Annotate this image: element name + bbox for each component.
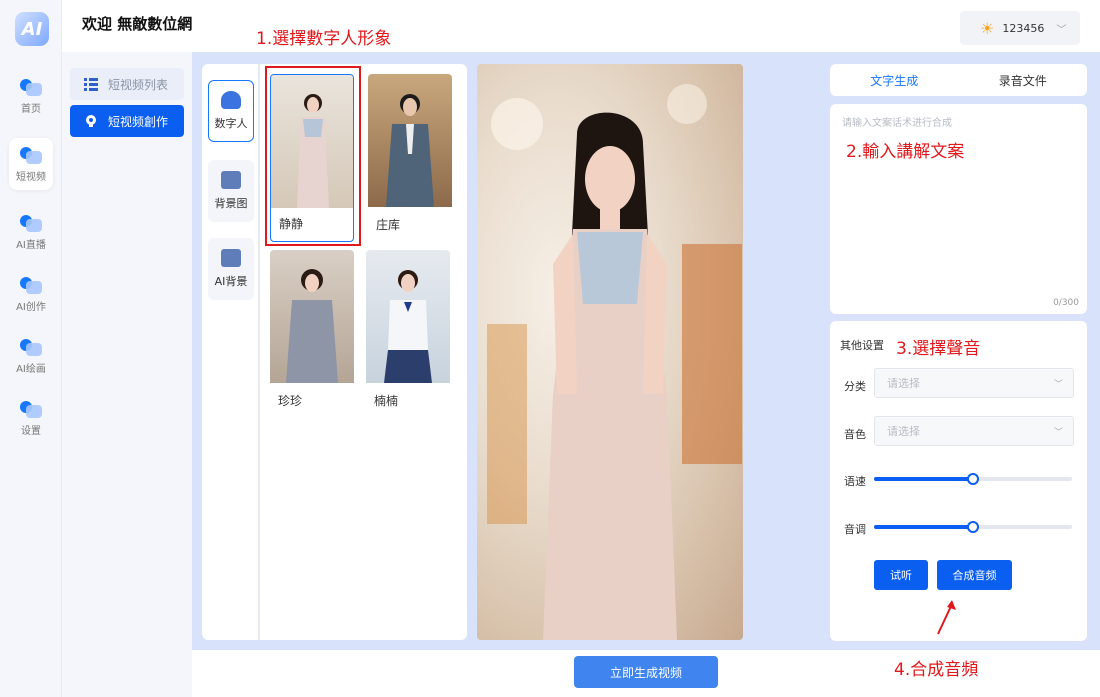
pitch-label: 音调 — [844, 523, 866, 536]
submenu-short-video-list[interactable]: 短视频列表 — [70, 68, 184, 100]
chevron-down-icon: ﹀ — [1053, 427, 1063, 438]
list-icon — [84, 77, 98, 91]
paint-icon — [20, 337, 42, 357]
voice-select-placeholder: 请选择 — [887, 425, 920, 438]
voice-label: 音色 — [844, 428, 866, 441]
avatar-photo-zhuangku — [368, 74, 452, 207]
user-menu[interactable]: ☀ 123456 ﹀ — [960, 11, 1080, 45]
rail-item-settings[interactable]: 设置 — [9, 392, 53, 444]
avatar-card-zhenzhen[interactable]: 珍珍 — [270, 250, 354, 418]
lightbulb-icon — [84, 114, 98, 128]
category-select-placeholder: 请选择 — [887, 377, 920, 390]
page-title: 欢迎 無敵數位網 — [82, 15, 193, 33]
top-header: 欢迎 無敵數位網 ☀ 123456 ﹀ — [62, 0, 1100, 52]
avatar-card-nannan[interactable]: 楠楠 — [366, 250, 450, 418]
rail-item-live[interactable]: AI直播 — [9, 206, 53, 258]
annotation-step2: 2.輸入講解文案 — [846, 142, 965, 162]
ai-background-icon — [221, 249, 241, 267]
sun-avatar-icon: ☀ — [980, 18, 995, 38]
rail-label-paint: AI绘画 — [16, 364, 46, 375]
rail-label-live: AI直播 — [16, 240, 46, 251]
chevron-down-icon: ﹀ — [1056, 24, 1067, 36]
category-label-digital-human: 数字人 — [214, 117, 248, 130]
create-icon — [20, 275, 42, 295]
presenter-figure — [487, 84, 742, 640]
rail-label-home: 首页 — [21, 104, 41, 115]
script-input[interactable]: 请输入文案话术进行合成 0/300 — [830, 104, 1087, 314]
character-counter: 0/300 — [1053, 298, 1079, 308]
annotation-highlight-box — [265, 66, 361, 246]
rail-label-create: AI创作 — [16, 302, 46, 313]
category-label-ai-background: AI背景 — [214, 275, 248, 288]
avatar-photo-nannan — [366, 250, 450, 383]
rail-label-short-video: 短视频 — [16, 172, 46, 183]
annotation-arrow — [937, 600, 956, 635]
category-select[interactable]: 请选择 ﹀ — [874, 368, 1074, 398]
left-rail: AI 首页 短视频 AI直播 AI创作 AI绘画 设置 — [0, 0, 62, 697]
category-background-image[interactable]: 背景图 — [208, 160, 254, 222]
rail-item-create[interactable]: AI创作 — [9, 268, 53, 320]
app-logo[interactable]: AI — [15, 12, 49, 46]
voice-select[interactable]: 请选择 ﹀ — [874, 416, 1074, 446]
synthesize-audio-button[interactable]: 合成音频 — [937, 560, 1012, 590]
rail-item-paint[interactable]: AI绘画 — [9, 330, 53, 382]
logo-text: AI — [21, 18, 43, 40]
image-icon — [221, 171, 241, 189]
avatar-name-nannan: 楠楠 — [374, 394, 399, 408]
avatar-card-zhuangku[interactable]: 庄库 — [368, 74, 452, 242]
username: 123456 — [1002, 21, 1045, 35]
person-icon — [221, 91, 241, 109]
speed-label: 语速 — [844, 475, 866, 488]
category-ai-background[interactable]: AI背景 — [208, 238, 254, 300]
avatar-photo-zhenzhen — [270, 250, 354, 383]
input-mode-tabs: 文字生成 录音文件 — [830, 64, 1087, 96]
submenu-list-label: 短视频列表 — [108, 77, 169, 92]
sub-sidebar: 短视频列表 短视频創作 — [62, 52, 192, 697]
video-preview — [477, 64, 743, 640]
script-placeholder: 请输入文案话术进行合成 — [842, 118, 952, 129]
tab-recording-file[interactable]: 录音文件 — [959, 64, 1088, 96]
rail-item-short-video[interactable]: 短视频 — [9, 138, 53, 190]
chevron-down-icon: ﹀ — [1053, 379, 1063, 390]
avatar-name-zhenzhen: 珍珍 — [278, 394, 303, 408]
submenu-short-video-create[interactable]: 短视频創作 — [70, 105, 184, 137]
generate-video-button[interactable]: 立即生成视频 — [574, 656, 718, 688]
speed-slider-handle[interactable] — [967, 473, 979, 485]
category-column: 数字人 背景图 AI背景 — [202, 64, 260, 640]
other-settings-panel: 其他设置 分类 请选择 ﹀ 音色 请选择 ﹀ 语速 音调 试听 合成音频 — [830, 321, 1087, 641]
short-video-icon — [20, 145, 42, 165]
category-label: 分类 — [844, 380, 866, 393]
annotation-step3: 3.選擇聲音 — [896, 339, 981, 359]
category-digital-human[interactable]: 数字人 — [208, 80, 254, 142]
gear-icon — [20, 399, 42, 419]
annotation-step4: 4.合成音頻 — [894, 660, 979, 680]
rail-item-home[interactable]: 首页 — [9, 70, 53, 122]
live-icon — [20, 213, 42, 233]
annotation-step1: 1.選擇數字人形象 — [256, 29, 392, 49]
preview-audio-button[interactable]: 试听 — [874, 560, 928, 590]
category-label-background: 背景图 — [214, 197, 248, 210]
pitch-slider[interactable] — [874, 520, 1072, 534]
home-icon — [20, 77, 42, 97]
submenu-create-label: 短视频創作 — [108, 114, 169, 129]
settings-title: 其他设置 — [840, 339, 884, 352]
speed-slider[interactable] — [874, 472, 1072, 486]
pitch-slider-handle[interactable] — [967, 521, 979, 533]
avatar-name-zhuangku: 庄库 — [376, 218, 401, 232]
rail-label-settings: 设置 — [21, 426, 41, 437]
tab-text-generation[interactable]: 文字生成 — [830, 64, 959, 96]
